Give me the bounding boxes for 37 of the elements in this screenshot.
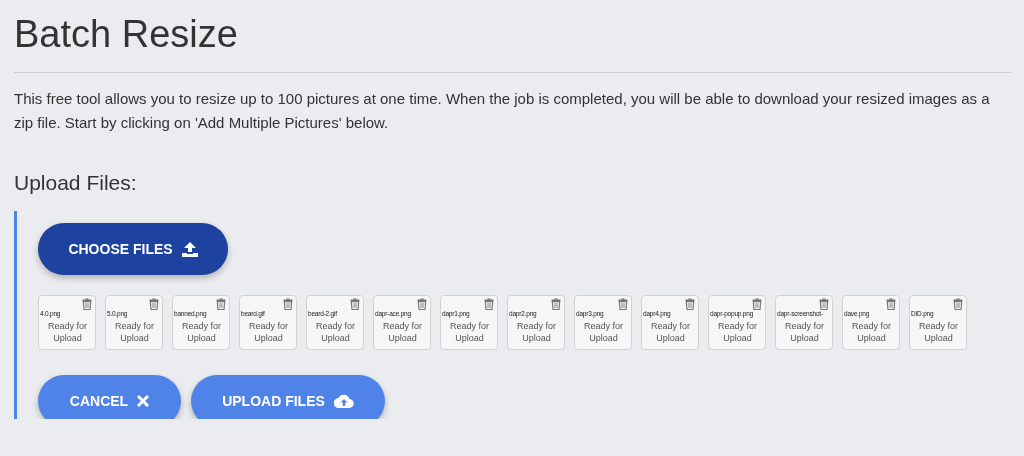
trash-icon[interactable] (417, 298, 427, 310)
trash-icon[interactable] (618, 298, 628, 310)
trash-icon[interactable] (149, 298, 159, 310)
file-status: Ready for Upload (47, 320, 88, 344)
upload-icon (181, 241, 198, 257)
file-status: Ready for Upload (315, 320, 356, 344)
trash-icon[interactable] (685, 298, 695, 310)
trash-icon[interactable] (953, 298, 963, 310)
trash-icon[interactable] (484, 298, 494, 310)
file-status: Ready for Upload (248, 320, 289, 344)
file-status: Ready for Upload (516, 320, 557, 344)
trash-icon[interactable] (886, 298, 896, 310)
trash-icon[interactable] (551, 298, 561, 310)
file-status: Ready for Upload (181, 320, 222, 344)
cloud-upload-icon (333, 394, 354, 408)
close-icon (137, 395, 150, 407)
file-status: Ready for Upload (583, 320, 624, 344)
file-status: Ready for Upload (918, 320, 959, 344)
file-status: Ready for Upload (784, 320, 825, 344)
section-heading: Upload Files: (14, 171, 137, 196)
file-status: Ready for Upload (382, 320, 423, 344)
page-title: Batch Resize (14, 12, 239, 57)
cancel-button[interactable]: CANCEL (38, 375, 181, 419)
file-status: Ready for Upload (449, 320, 490, 344)
file-status: Ready for Upload (717, 320, 758, 344)
trash-icon[interactable] (283, 298, 293, 310)
file-status: Ready for Upload (851, 320, 892, 344)
trash-icon[interactable] (752, 298, 762, 310)
upload-files-button[interactable]: UPLOAD FILES (191, 375, 385, 419)
file-status: Ready for Upload (114, 320, 155, 344)
choose-files-button[interactable]: CHOOSE FILES (38, 223, 228, 275)
trash-icon[interactable] (216, 298, 226, 310)
trash-icon[interactable] (82, 298, 92, 310)
file-status: Ready for Upload (650, 320, 691, 344)
description-paragraph: This free tool allows you to resize up to 100 pictures at one time. When the job is completed, you will be able to download your resized images as a zip file. Start by clicking on 'Add Multiple Pictures' below. (14, 89, 991, 133)
trash-icon[interactable] (350, 298, 360, 310)
trash-icon[interactable] (819, 298, 829, 310)
